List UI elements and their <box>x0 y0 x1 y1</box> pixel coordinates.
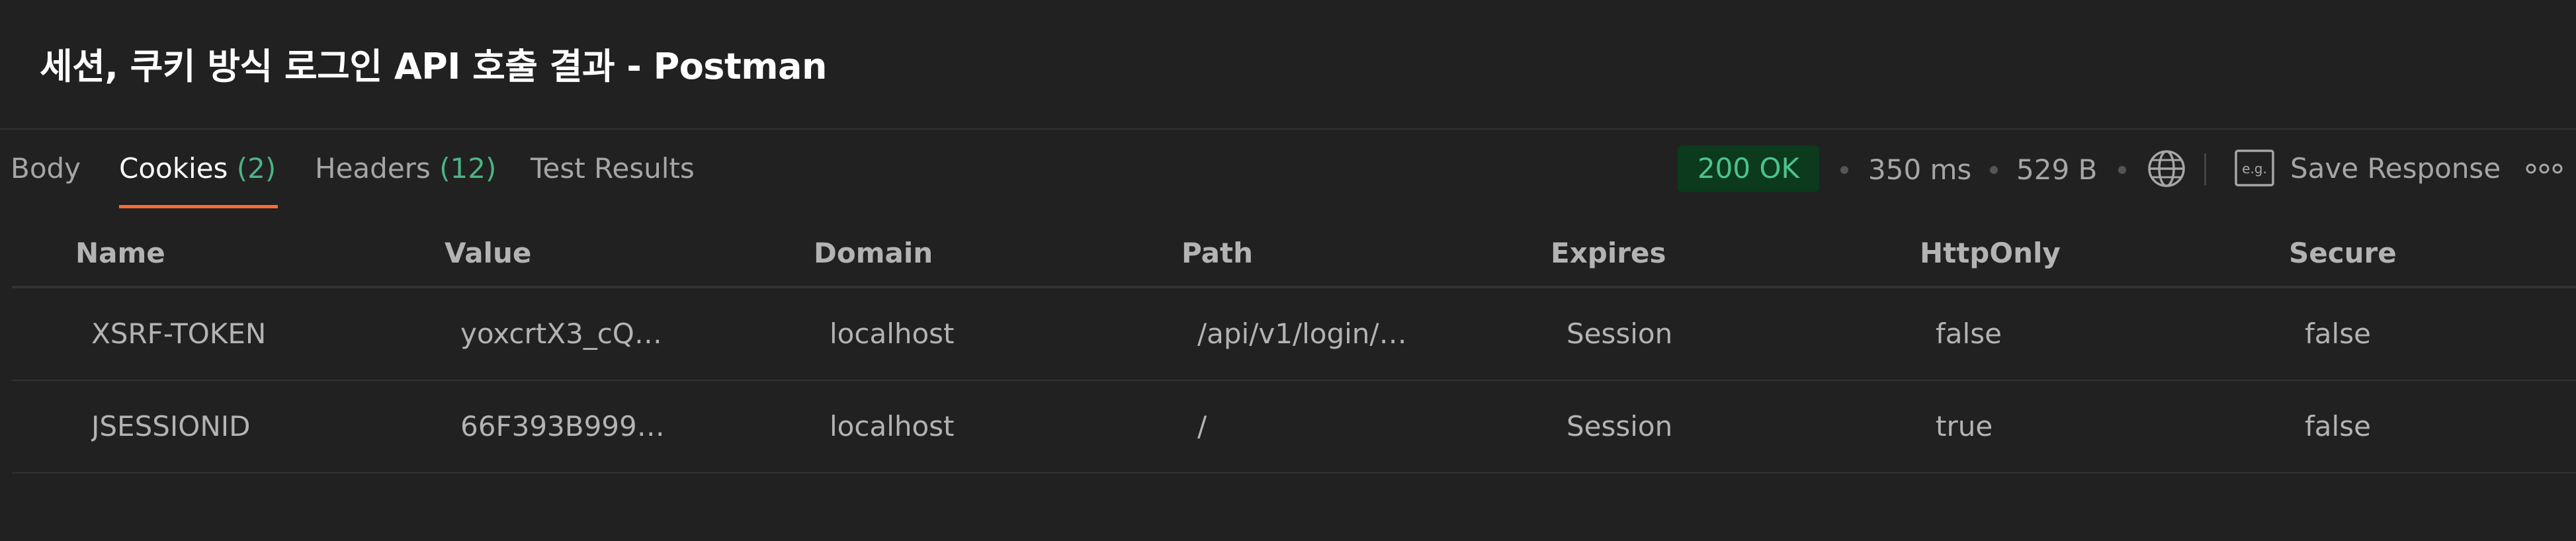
table-row[interactable]: JSESSIONID 66F393B999 ... localhost / Se… <box>12 381 2576 474</box>
tab-body[interactable]: Body <box>11 152 81 185</box>
active-tab-indicator <box>119 205 278 208</box>
tab-test-results[interactable]: Test Results <box>531 152 695 185</box>
tab-test-results-label: Test Results <box>531 152 695 185</box>
status-badge[interactable]: 200 OK <box>1678 146 1819 192</box>
toolbar-divider <box>2204 153 2206 185</box>
cell-path[interactable]: /api/v1/login/c... <box>1197 317 1409 350</box>
response-size[interactable]: 529 B <box>2016 153 2097 186</box>
tab-headers-label: Headers <box>315 152 431 185</box>
cell-domain[interactable]: localhost <box>830 410 955 442</box>
cell-expires[interactable]: Session <box>1567 410 1672 442</box>
tab-body-label: Body <box>11 152 81 185</box>
eg-icon: e.g. <box>2235 149 2274 187</box>
column-header-httponly: HttpOnly <box>1920 237 2061 269</box>
globe-icon[interactable] <box>2146 148 2187 189</box>
cell-secure[interactable]: false <box>2305 410 2371 442</box>
separator-dot <box>1840 166 1848 174</box>
save-response-label: Save Response <box>2290 152 2501 185</box>
table-row[interactable]: XSRF-TOKEN yoxcrtX3_cQ2... localhost /ap… <box>12 288 2576 381</box>
column-header-value: Value <box>445 237 532 269</box>
cell-name[interactable]: XSRF-TOKEN <box>91 317 266 350</box>
cell-domain[interactable]: localhost <box>830 317 955 350</box>
more-options-icon[interactable] <box>2526 159 2563 179</box>
tab-cookies-count: (2) <box>236 152 277 185</box>
cell-value[interactable]: 66F393B999 ... <box>460 410 672 442</box>
tab-cookies[interactable]: Cookies (2) <box>119 152 276 185</box>
separator-dot <box>1990 166 1998 174</box>
column-header-path: Path <box>1181 237 1253 269</box>
cell-expires[interactable]: Session <box>1567 317 1672 350</box>
cell-name[interactable]: JSESSIONID <box>91 410 251 442</box>
column-header-secure: Secure <box>2289 237 2397 269</box>
svg-text:e.g.: e.g. <box>2242 161 2267 177</box>
tab-headers-count: (12) <box>439 152 497 185</box>
response-tab-bar: Body Cookies (2) Headers (12) Test Resul… <box>0 130 2576 209</box>
column-header-domain: Domain <box>814 237 933 269</box>
cell-secure[interactable]: false <box>2305 317 2371 350</box>
response-time[interactable]: 350 ms <box>1868 153 1971 186</box>
cell-httponly[interactable]: false <box>1936 317 2002 350</box>
column-header-expires: Expires <box>1551 237 1666 269</box>
tab-headers[interactable]: Headers (12) <box>315 152 496 185</box>
tab-cookies-label: Cookies <box>119 152 228 185</box>
cell-path[interactable]: / <box>1197 410 1207 442</box>
save-response-button[interactable]: e.g. Save Response <box>2235 146 2501 193</box>
column-header-name: Name <box>75 237 165 269</box>
page-title: 세션, 쿠키 방식 로그인 API 호출 결과 - Postman <box>40 46 827 87</box>
title-bar: 세션, 쿠키 방식 로그인 API 호출 결과 - Postman <box>0 0 2576 130</box>
separator-dot <box>2118 166 2126 174</box>
cell-value[interactable]: yoxcrtX3_cQ2... <box>460 317 672 350</box>
cell-httponly[interactable]: true <box>1936 410 1993 442</box>
